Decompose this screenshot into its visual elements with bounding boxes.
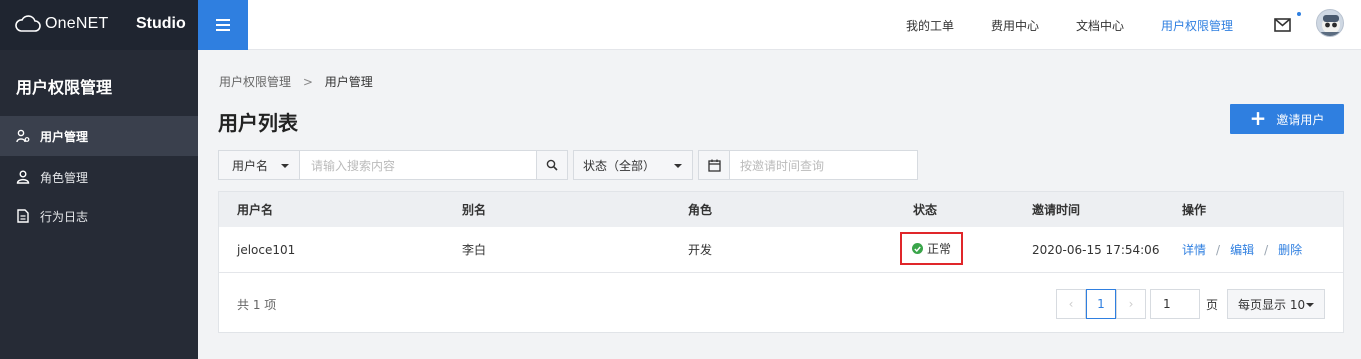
username-cell: jeloce101 bbox=[237, 242, 296, 257]
breadcrumb-parent[interactable]: 用户权限管理 bbox=[219, 75, 291, 89]
status-text: 正常 bbox=[927, 242, 952, 256]
chevron-down-icon bbox=[1306, 303, 1314, 307]
page-size-select[interactable]: 每页显示 10 bbox=[1227, 289, 1325, 319]
total-count: 共 1 项 bbox=[237, 298, 277, 312]
sidebar-item-role-management[interactable]: 角色管理 bbox=[0, 157, 198, 197]
prev-page-button[interactable]: ‹ bbox=[1056, 289, 1086, 319]
menu-toggle-button[interactable] bbox=[198, 0, 248, 50]
column-header-actions: 操作 bbox=[1182, 203, 1207, 217]
chevron-down-icon bbox=[674, 164, 682, 168]
calendar-button[interactable] bbox=[698, 150, 730, 180]
avatar[interactable] bbox=[1316, 9, 1344, 37]
status-badge: 正常 bbox=[900, 232, 963, 265]
search-icon bbox=[546, 159, 558, 171]
detail-link[interactable]: 详情 bbox=[1182, 241, 1206, 258]
delete-link[interactable]: 删除 bbox=[1278, 241, 1302, 258]
search-button[interactable] bbox=[536, 150, 568, 180]
nav-docs[interactable]: 文档中心 bbox=[1076, 17, 1124, 34]
invite-user-label: 邀请用户 bbox=[1276, 112, 1325, 127]
top-bar: OneNET Studio 我的工单 费用中心 文档中心 用户权限管理 bbox=[0, 0, 1361, 50]
logo-text: OneNET bbox=[45, 15, 109, 32]
page-size-value: 每页显示 10 bbox=[1238, 297, 1306, 312]
brand-area: OneNET Studio bbox=[0, 0, 198, 50]
nav-user-permissions[interactable]: 用户权限管理 bbox=[1161, 17, 1233, 34]
studio-label: Studio bbox=[136, 15, 186, 32]
edit-link[interactable]: 编辑 bbox=[1230, 241, 1254, 258]
next-page-button[interactable]: › bbox=[1116, 289, 1146, 319]
page-title: 用户列表 bbox=[218, 111, 298, 135]
invite-user-button[interactable]: + 邀请用户 bbox=[1230, 104, 1344, 134]
page-jump-input[interactable]: 1 bbox=[1150, 289, 1200, 319]
nav-my-tickets[interactable]: 我的工单 bbox=[906, 17, 954, 34]
search-field-value: 用户名 bbox=[232, 158, 269, 173]
date-placeholder: 按邀请时间查询 bbox=[740, 158, 825, 173]
chevron-down-icon bbox=[281, 164, 289, 168]
page-number-current[interactable]: 1 bbox=[1086, 289, 1116, 319]
nav-billing[interactable]: 费用中心 bbox=[991, 17, 1039, 34]
hamburger-icon bbox=[216, 19, 230, 31]
sidebar-item-label: 角色管理 bbox=[40, 170, 89, 185]
calendar-icon bbox=[707, 159, 721, 172]
mail-icon[interactable] bbox=[1274, 18, 1291, 32]
avatar-icon bbox=[1321, 15, 1341, 36]
user-settings-icon bbox=[16, 129, 30, 143]
cloud-icon bbox=[15, 15, 41, 32]
breadcrumb-separator: > bbox=[302, 75, 313, 89]
sidebar-item-label: 用户管理 bbox=[40, 129, 89, 144]
sidebar-title: 用户权限管理 bbox=[16, 78, 113, 97]
table-header: 用户名 别名 角色 状态 邀请时间 操作 bbox=[219, 192, 1343, 227]
plus-icon: + bbox=[1249, 106, 1267, 130]
role-cell: 开发 bbox=[688, 243, 713, 257]
actions-cell: 详情 / 编辑 / 删除 bbox=[1182, 227, 1302, 272]
check-circle-icon bbox=[912, 243, 923, 254]
search-field-select[interactable]: 用户名 bbox=[218, 150, 300, 180]
column-header-invite-time: 邀请时间 bbox=[1032, 203, 1081, 217]
column-header-role: 角色 bbox=[688, 203, 713, 217]
breadcrumb-current: 用户管理 bbox=[324, 75, 373, 89]
sidebar-item-user-management[interactable]: 用户管理 bbox=[0, 116, 198, 156]
onenet-logo[interactable]: OneNET bbox=[15, 14, 108, 34]
sidebar-item-label: 行为日志 bbox=[40, 209, 89, 224]
sidebar-item-behavior-log[interactable]: 行为日志 bbox=[0, 196, 198, 236]
alias-cell: 李白 bbox=[462, 243, 487, 257]
document-icon bbox=[16, 209, 30, 223]
sidebar: 用户权限管理 用户管理 角色管理 行为日志 bbox=[0, 50, 198, 359]
user-table: 用户名 别名 角色 状态 邀请时间 操作 jeloce101 李白 开发 正常 … bbox=[218, 191, 1344, 333]
search-placeholder: 请输入搜索内容 bbox=[311, 158, 396, 173]
person-icon bbox=[16, 170, 30, 184]
action-separator: / bbox=[1264, 242, 1269, 257]
table-row: jeloce101 李白 开发 正常 2020-06-15 17:54:06 详… bbox=[219, 227, 1343, 273]
page-unit-label: 页 bbox=[1206, 298, 1219, 312]
status-filter-select[interactable]: 状态（全部） bbox=[573, 150, 693, 180]
column-header-alias: 别名 bbox=[462, 203, 487, 217]
invite-date-input[interactable]: 按邀请时间查询 bbox=[729, 150, 918, 180]
column-header-status: 状态 bbox=[913, 203, 938, 217]
invite-time-cell: 2020-06-15 17:54:06 bbox=[1032, 242, 1160, 257]
breadcrumb: 用户权限管理 > 用户管理 bbox=[219, 73, 373, 90]
notification-dot bbox=[1297, 12, 1301, 16]
column-header-username: 用户名 bbox=[237, 203, 274, 217]
status-filter-value: 状态（全部） bbox=[583, 158, 656, 173]
search-input[interactable]: 请输入搜索内容 bbox=[299, 150, 537, 180]
action-separator: / bbox=[1216, 242, 1221, 257]
